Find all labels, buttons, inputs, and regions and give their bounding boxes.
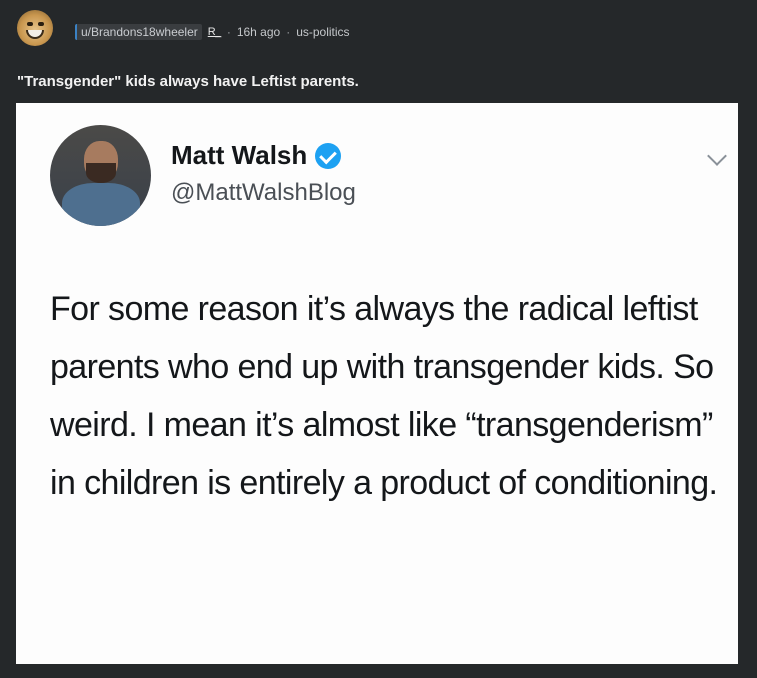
avatar-eye-left xyxy=(27,22,33,26)
meta-separator: · xyxy=(286,25,291,39)
tweet-image[interactable]: Matt Walsh @MattWalshBlog For some reaso… xyxy=(16,103,738,664)
verified-badge-icon xyxy=(315,142,342,169)
community-link[interactable]: us-politics xyxy=(296,25,349,39)
tweet-author-handle: @MattWalshBlog xyxy=(171,179,356,206)
chevron-down-icon xyxy=(707,146,727,166)
tweet-author-name: Matt Walsh xyxy=(171,140,308,170)
meta-separator: · xyxy=(226,25,231,39)
post-meta: u/Brandons18wheeler R_ · 16h ago · us-po… xyxy=(75,24,350,40)
tweet-author-name-row: Matt Walsh xyxy=(171,140,342,171)
avatar-eye-right xyxy=(38,22,44,26)
post-header: u/Brandons18wheeler R_ · 16h ago · us-po… xyxy=(0,0,757,66)
tweet-text: For some reason it’s always the radical … xyxy=(50,290,718,502)
user-avatar[interactable] xyxy=(17,10,53,46)
user-flair: R_ xyxy=(207,26,222,38)
tweet-author-avatar xyxy=(50,125,151,226)
post-time: 16h ago xyxy=(236,25,281,39)
avatar-beard xyxy=(86,163,116,183)
avatar-body xyxy=(62,183,140,226)
avatar-mouth xyxy=(26,30,44,39)
username-link[interactable]: u/Brandons18wheeler xyxy=(75,24,202,40)
post-title[interactable]: "Transgender" kids always have Leftist p… xyxy=(17,73,359,90)
